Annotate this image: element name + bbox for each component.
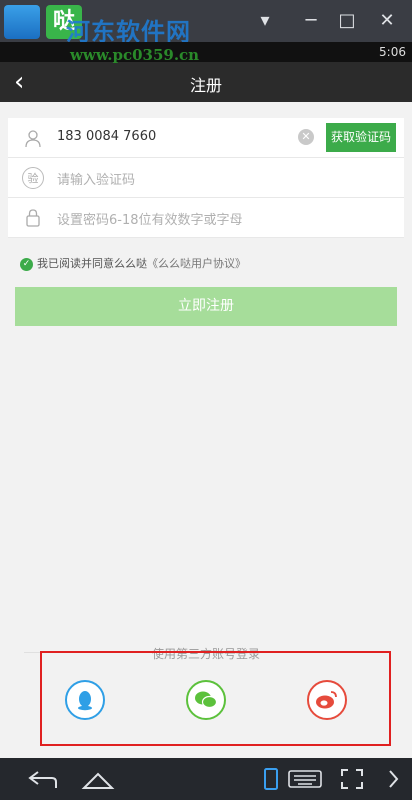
chevron-right-icon[interactable] — [384, 766, 402, 792]
status-bar: 5:06 — [0, 42, 412, 62]
qq-icon[interactable] — [65, 680, 105, 720]
wechat-icon[interactable] — [186, 680, 226, 720]
agreement-link[interactable]: 《么么哒用户协议》 — [147, 257, 246, 270]
register-form: 183 0084 7660 ✕ 获取验证码 验 请输入验证码 设置密码6-18位… — [8, 118, 404, 238]
user-icon — [22, 127, 44, 149]
status-time: 5:06 — [379, 45, 406, 59]
watermark-url: www.pc0359.cn — [70, 46, 200, 64]
phone-mode-icon[interactable] — [264, 766, 278, 792]
close-icon[interactable]: ✕ — [372, 8, 402, 34]
page-title: 注册 — [189, 76, 222, 95]
code-input[interactable]: 请输入验证码 — [57, 169, 135, 188]
back-nav-icon[interactable] — [24, 766, 60, 792]
fullscreen-icon[interactable] — [338, 766, 366, 792]
phone-field[interactable]: 183 0084 7660 — [57, 129, 156, 144]
register-button[interactable]: 立即注册 — [15, 287, 397, 326]
get-code-button[interactable]: 获取验证码 — [326, 123, 396, 152]
maximize-icon[interactable]: □ — [332, 8, 362, 34]
agreement-row[interactable]: ✓ 我已阅读并同意么么哒《么么哒用户协议》 — [20, 255, 246, 271]
dropdown-icon[interactable]: ▾ — [250, 8, 280, 34]
clear-icon[interactable]: ✕ — [298, 129, 314, 145]
agreement-text: 我已阅读并同意么么哒 — [37, 257, 147, 270]
home-nav-icon[interactable] — [80, 766, 116, 792]
keyboard-icon[interactable] — [288, 766, 322, 792]
lock-icon — [22, 207, 44, 229]
emulator-home-app-icon[interactable] — [4, 5, 40, 39]
phone-row: 183 0084 7660 ✕ 获取验证码 — [8, 118, 404, 158]
emulator-title-bar: 哒 河东软件网 ▾ ─ □ ✕ — [0, 0, 412, 46]
password-row: 设置密码6-18位有效数字或字母 — [8, 198, 404, 238]
password-input[interactable]: 设置密码6-18位有效数字或字母 — [57, 209, 243, 228]
code-row: 验 请输入验证码 — [8, 158, 404, 198]
app-header: ‹ 注册 — [0, 62, 412, 102]
check-icon[interactable]: ✓ — [20, 257, 33, 271]
verify-icon: 验 — [22, 167, 44, 189]
weibo-icon[interactable] — [307, 680, 347, 720]
minimize-icon[interactable]: ─ — [296, 8, 326, 34]
emulator-nav-bar — [0, 758, 412, 800]
